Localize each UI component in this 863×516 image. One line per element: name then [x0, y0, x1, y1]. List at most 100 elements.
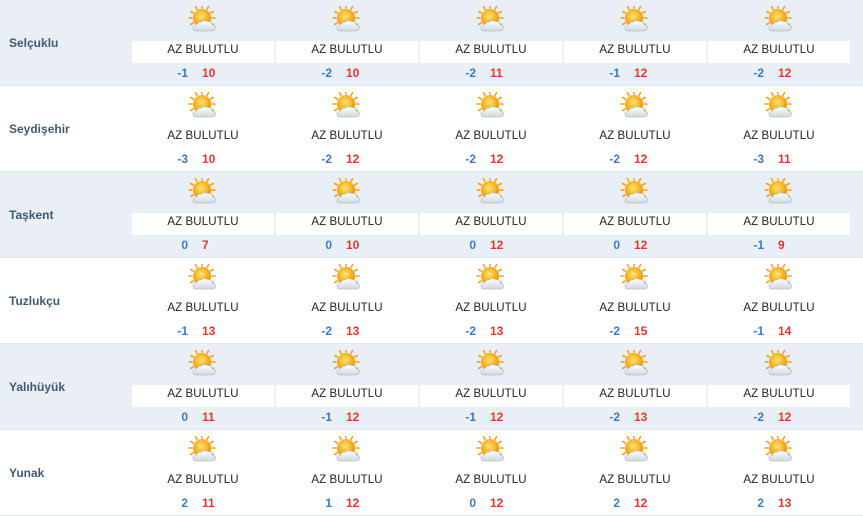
max-temperature: 12	[634, 496, 648, 510]
icon-area	[708, 0, 850, 41]
max-temperature: 14	[778, 324, 792, 338]
min-temperature: -1	[753, 324, 764, 338]
partly-cloudy-sun-icon	[476, 434, 506, 466]
condition-label: AZ BULUTLU	[455, 216, 527, 228]
temperature-area: -1 9	[708, 235, 850, 256]
max-temperature: 10	[346, 66, 360, 80]
condition-label: AZ BULUTLU	[311, 474, 383, 486]
icon-area	[708, 86, 850, 127]
icon-area	[420, 0, 562, 41]
forecast-day-cell: AZ BULUTLU 0 7	[132, 172, 274, 257]
min-temperature: 1	[325, 496, 332, 510]
condition-label: AZ BULUTLU	[167, 130, 239, 142]
forecast-day-cell: AZ BULUTLU -2 13	[420, 258, 562, 343]
city-name: Seydişehir	[9, 122, 70, 136]
forecast-day-cell: AZ BULUTLU -2 12	[564, 86, 706, 171]
icon-area	[276, 344, 418, 385]
icon-area	[564, 172, 706, 213]
partly-cloudy-sun-icon	[332, 90, 362, 122]
min-temperature: -1	[609, 66, 620, 80]
temperature-area: -1 12	[420, 407, 562, 428]
forecast-day-cell: AZ BULUTLU 0 12	[564, 172, 706, 257]
condition-label: AZ BULUTLU	[599, 44, 671, 56]
forecast-day-cell: AZ BULUTLU -1 12	[276, 344, 418, 429]
max-temperature: 7	[202, 238, 209, 252]
min-temperature: -3	[753, 152, 764, 166]
forecast-table: Selçuklu AZ BULUTLU -1 10 AZ BULUTLU -2 10 AZ B…	[0, 0, 863, 516]
condition-area: AZ BULUTLU	[564, 471, 706, 493]
icon-area	[420, 344, 562, 385]
partly-cloudy-sun-icon	[620, 348, 650, 380]
condition-label: AZ BULUTLU	[167, 388, 239, 400]
min-temperature: -1	[321, 410, 332, 424]
condition-label: AZ BULUTLU	[455, 44, 527, 56]
condition-area: AZ BULUTLU	[564, 41, 706, 63]
condition-label: AZ BULUTLU	[743, 302, 815, 314]
condition-label: AZ BULUTLU	[743, 216, 815, 228]
condition-area: AZ BULUTLU	[420, 127, 562, 149]
condition-area: AZ BULUTLU	[708, 471, 850, 493]
forecast-day-cell: AZ BULUTLU -1 14	[708, 258, 850, 343]
max-temperature: 10	[346, 238, 360, 252]
city-name: Taşkent	[9, 208, 54, 222]
condition-area: AZ BULUTLU	[420, 385, 562, 407]
condition-label: AZ BULUTLU	[599, 474, 671, 486]
partly-cloudy-sun-icon	[764, 176, 794, 208]
min-temperature: 0	[181, 238, 188, 252]
partly-cloudy-sun-icon	[188, 434, 218, 466]
temperature-area: -2 13	[564, 407, 706, 428]
max-temperature: 12	[490, 496, 504, 510]
city-row: Seydişehir AZ BULUTLU -3 10 AZ BULUTLU -2 12 AZ…	[0, 86, 863, 172]
min-temperature: -2	[609, 152, 620, 166]
min-temperature: -3	[177, 152, 188, 166]
icon-area	[276, 0, 418, 41]
min-temperature: -1	[753, 238, 764, 252]
max-temperature: 12	[490, 152, 504, 166]
forecast-day-cell: AZ BULUTLU -2 12	[708, 0, 850, 85]
forecast-day-cell: AZ BULUTLU -1 9	[708, 172, 850, 257]
condition-area: AZ BULUTLU	[276, 213, 418, 235]
temperature-area: 0 12	[564, 235, 706, 256]
partly-cloudy-sun-icon	[332, 262, 362, 294]
condition-area: AZ BULUTLU	[708, 41, 850, 63]
min-temperature: -2	[753, 66, 764, 80]
icon-area	[708, 258, 850, 299]
city-name: Yalıhüyük	[9, 380, 66, 394]
condition-area: AZ BULUTLU	[564, 213, 706, 235]
icon-area	[420, 172, 562, 213]
forecast-day-cell: AZ BULUTLU 2 12	[564, 430, 706, 515]
city-row: Yalıhüyük AZ BULUTLU 0 11 AZ BULUTLU -1 12 AZ B…	[0, 344, 863, 430]
partly-cloudy-sun-icon	[620, 90, 650, 122]
partly-cloudy-sun-icon	[188, 348, 218, 380]
condition-label: AZ BULUTLU	[743, 130, 815, 142]
min-temperature: -2	[465, 66, 476, 80]
condition-label: AZ BULUTLU	[167, 474, 239, 486]
temperature-area: 07	[132, 235, 274, 256]
forecast-day-cell: AZ BULUTLU -3 11	[708, 86, 850, 171]
condition-area: AZ BULUTLU	[708, 213, 850, 235]
forecast-day-cell: AZ BULUTLU 0 11	[132, 344, 274, 429]
min-temperature: -2	[321, 152, 332, 166]
partly-cloudy-sun-icon	[332, 176, 362, 208]
icon-area	[564, 258, 706, 299]
condition-area: AZ BULUTLU	[708, 385, 850, 407]
condition-area: AZ BULUTLU	[564, 127, 706, 149]
max-temperature: 11	[202, 410, 215, 424]
temperature-area: 0 10	[276, 235, 418, 256]
partly-cloudy-sun-icon	[188, 262, 218, 294]
partly-cloudy-sun-icon	[764, 434, 794, 466]
forecast-day-cell: AZ BULUTLU -2 12	[708, 344, 850, 429]
forecast-day-cell: AZ BULUTLU -3 10	[132, 86, 274, 171]
condition-area: AZ BULUTLU	[132, 385, 274, 407]
max-temperature: 13	[778, 496, 792, 510]
temperature-area: -3 10	[132, 149, 274, 170]
forecast-day-cell: AZ BULUTLU -1 10	[132, 0, 274, 85]
temperature-area: -1 12	[276, 407, 418, 428]
icon-area	[276, 172, 418, 213]
condition-label: AZ BULUTLU	[599, 130, 671, 142]
forecast-day-cell: AZ BULUTLU 1 12	[276, 430, 418, 515]
partly-cloudy-sun-icon	[764, 90, 794, 122]
max-temperature: 11	[778, 152, 791, 166]
city-name: Yunak	[9, 466, 45, 480]
max-temperature: 10	[202, 66, 216, 80]
